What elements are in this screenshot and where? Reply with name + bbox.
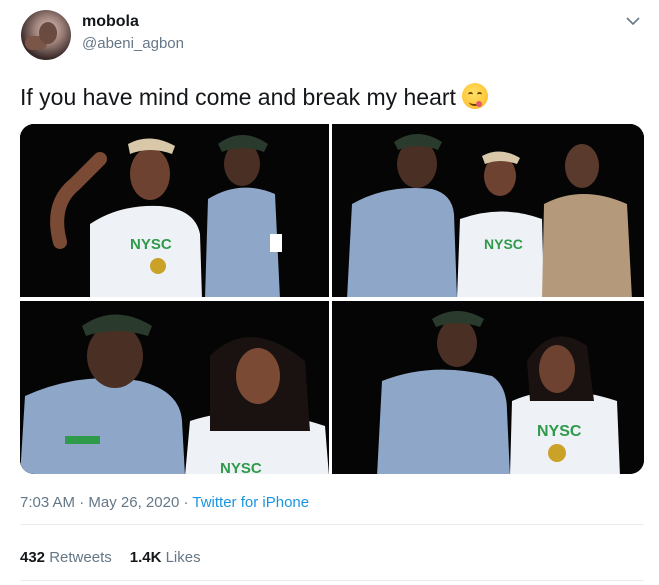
likes-label: Likes (165, 549, 201, 566)
meta-separator: · (79, 494, 85, 511)
tweet-text: If you have mind come and break my heart (20, 83, 488, 111)
photo-1-nysc-text: NYSC (130, 236, 172, 253)
tweet-stats: 432 Retweets 1.4K Likes (20, 549, 201, 566)
tweet-date[interactable]: May 26, 2020 (88, 494, 179, 511)
divider (20, 580, 644, 581)
photo-4[interactable]: NYSC (332, 301, 644, 474)
media-grid: NYSC NYSC NYSC NYSC (20, 124, 644, 474)
user-handle[interactable]: @abeni_agbon (82, 35, 184, 52)
tweet-meta: 7:03 AM · May 26, 2020 · Twitter for iPh… (20, 494, 309, 511)
display-name[interactable]: mobola (82, 13, 139, 31)
photo-3-illustration: NYSC (20, 301, 329, 474)
photo-3-nysc-text: NYSC (220, 460, 262, 474)
photo-3[interactable]: NYSC (20, 301, 329, 474)
chevron-down-icon[interactable] (624, 12, 642, 30)
photo-1[interactable]: NYSC (20, 124, 329, 297)
retweets-stat[interactable]: 432 Retweets (20, 549, 112, 566)
likes-count: 1.4K (129, 549, 162, 566)
face-savoring-food-emoji-icon (461, 83, 488, 109)
photo-2[interactable]: NYSC (332, 124, 644, 297)
photo-2-illustration: NYSC (332, 124, 644, 297)
tweet-source-link[interactable]: Twitter for iPhone (192, 494, 309, 511)
divider (20, 524, 644, 525)
avatar[interactable] (21, 10, 71, 60)
tweet-text-body: If you have mind come and break my heart (20, 84, 456, 110)
retweets-count: 432 (20, 549, 46, 566)
avatar-face-shape (39, 22, 57, 44)
photo-2-nysc-text: NYSC (484, 236, 523, 252)
photo-1-illustration: NYSC (20, 124, 329, 297)
photo-4-nysc-text: NYSC (537, 423, 582, 440)
photo-4-illustration: NYSC (332, 301, 644, 474)
retweets-label: Retweets (49, 549, 112, 566)
tweet-time[interactable]: 7:03 AM (20, 494, 75, 511)
likes-stat[interactable]: 1.4K Likes (130, 549, 201, 566)
meta-separator: · (183, 494, 189, 511)
